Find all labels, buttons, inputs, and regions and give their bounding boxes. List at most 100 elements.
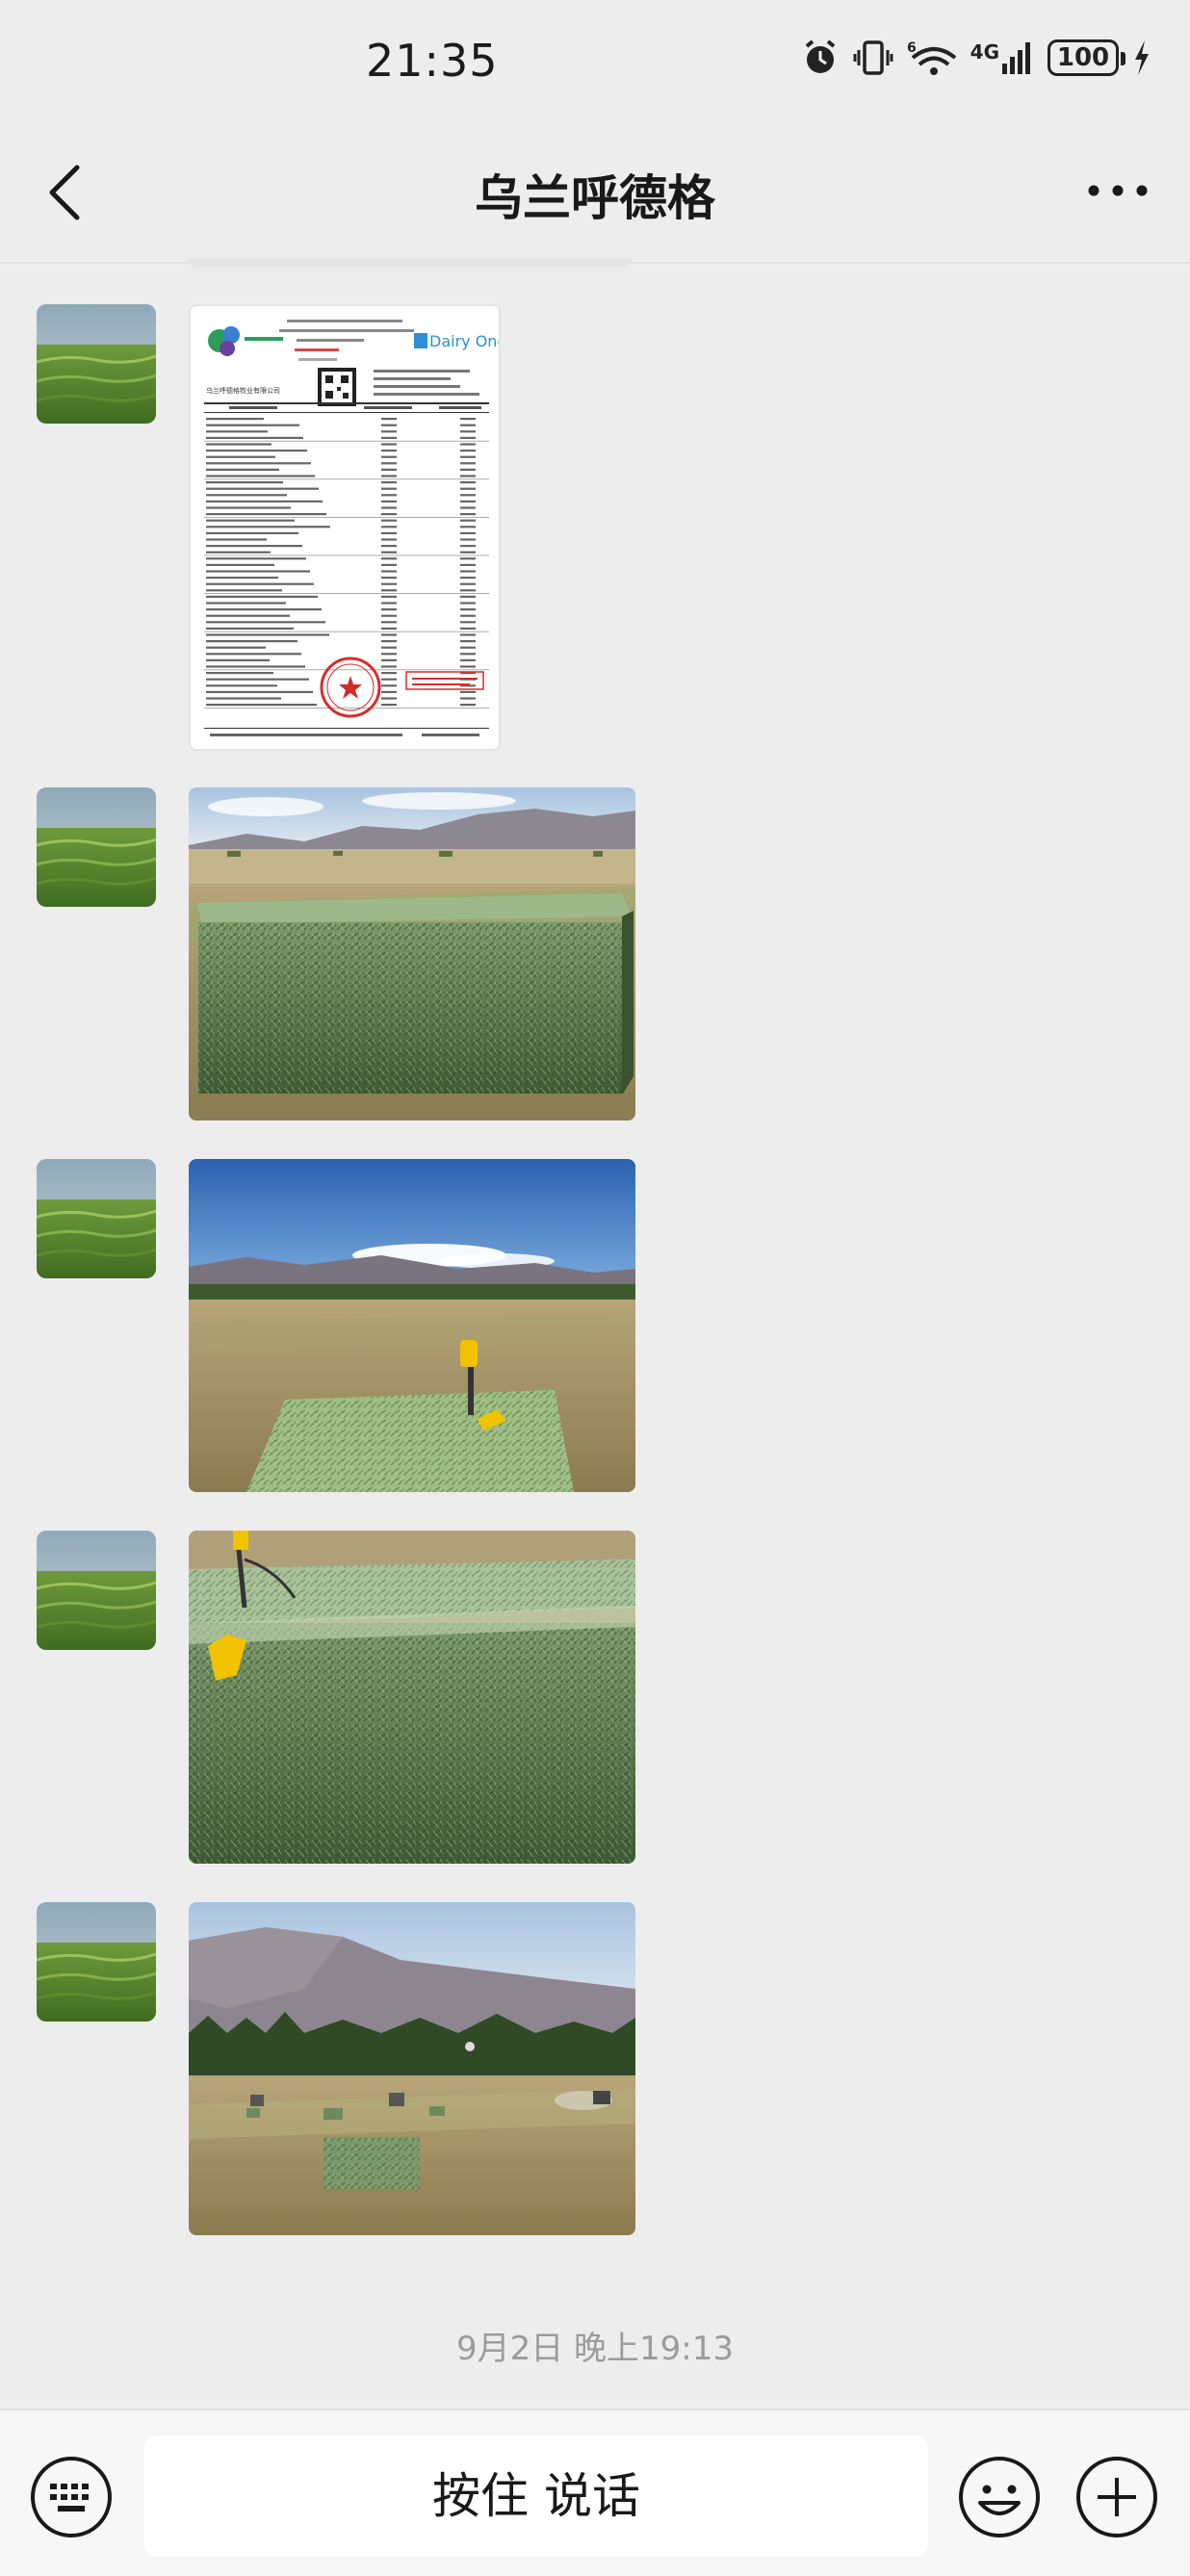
report-row-line	[206, 450, 307, 452]
report-row-value	[381, 653, 397, 656]
report-row-line	[206, 672, 273, 675]
report-row-line	[206, 519, 295, 522]
report-row-line	[206, 455, 275, 458]
report-row-value	[381, 500, 397, 502]
report-row-value	[460, 513, 476, 516]
report-row-value	[381, 589, 397, 592]
report-row-value	[381, 665, 397, 668]
hold-to-talk-button[interactable]: 按住 说话	[144, 2435, 928, 2557]
report-row-value	[460, 531, 476, 534]
report-row-line	[206, 595, 318, 598]
avatar[interactable]	[37, 304, 156, 424]
status-time: 21:35	[366, 35, 499, 87]
report-row-value	[381, 551, 397, 554]
report-row-line	[206, 506, 291, 509]
report-row-value	[381, 627, 397, 630]
avatar[interactable]	[37, 1159, 156, 1278]
report-row-value	[460, 633, 476, 636]
report-row-line	[206, 589, 282, 592]
report-row-line	[206, 690, 313, 693]
message-timestamp: 9月2日 晚上19:13	[455, 2330, 735, 2368]
report-row-value	[460, 640, 476, 643]
avatar[interactable]	[37, 1531, 156, 1650]
report-row-line	[206, 418, 264, 421]
report-row-value	[460, 563, 476, 566]
report-row-value	[460, 462, 476, 465]
report-row-value	[381, 658, 397, 661]
report-row-value	[381, 468, 397, 471]
field-probe-photo[interactable]	[189, 1159, 635, 1492]
report-row-line	[206, 658, 270, 661]
report-row-value	[460, 500, 476, 502]
report-row-line	[206, 494, 287, 497]
report-row-divider	[204, 517, 489, 518]
report-row-value	[381, 494, 397, 497]
report-row-value	[381, 595, 397, 598]
input-bar: 按住 说话	[0, 2409, 1190, 2576]
plus-button[interactable]	[1074, 2455, 1159, 2539]
report-row-line	[206, 621, 325, 624]
emoji-button[interactable]	[957, 2455, 1042, 2539]
report-image[interactable]: Dairy One 乌兰呼德格牧业有限公司	[189, 304, 501, 751]
report-row-value	[381, 487, 397, 490]
status-icons: 6 4G 100	[801, 39, 1151, 77]
report-row-divider	[204, 440, 489, 442]
report-row-value	[460, 646, 476, 649]
report-row-divider	[204, 631, 489, 632]
status-bar: 21:35 6 4G 100	[0, 0, 1190, 125]
report-row-line	[206, 462, 311, 465]
report-row-value	[460, 450, 476, 452]
harvest-field-photo[interactable]	[189, 1902, 635, 2235]
report-row-value	[381, 475, 397, 477]
report-row-value	[381, 570, 397, 573]
report-row-value	[460, 608, 476, 611]
report-row-value	[381, 531, 397, 534]
report-row-value	[381, 678, 397, 681]
report-row-value	[460, 589, 476, 592]
report-row-value	[381, 443, 397, 446]
report-row-value	[460, 653, 476, 656]
report-row-line	[206, 614, 290, 617]
report-row-value	[381, 450, 397, 452]
report-row-value	[460, 690, 476, 693]
report-row-line	[206, 704, 317, 707]
keyboard-button[interactable]	[29, 2455, 114, 2539]
more-dots-icon	[1088, 185, 1148, 196]
network-type: 4G	[970, 40, 1034, 75]
avatar[interactable]	[37, 787, 156, 907]
report-row-value	[460, 577, 476, 580]
hay-bale-photo[interactable]	[189, 787, 635, 1121]
report-row-divider	[204, 554, 489, 556]
report-row-line	[206, 500, 323, 502]
avatar[interactable]	[37, 1902, 156, 2022]
bale-closeup-photo[interactable]	[189, 1531, 635, 1864]
report-row-value	[381, 633, 397, 636]
report-row-value	[381, 582, 397, 585]
report-row-line	[206, 627, 294, 630]
report-row-value	[460, 697, 476, 700]
wifi-icon: 6	[907, 40, 956, 75]
network-label: 4G	[970, 40, 999, 64]
report-row-value	[460, 443, 476, 446]
report-row-line	[206, 646, 266, 649]
report-row-value	[381, 557, 397, 560]
report-row-value	[460, 595, 476, 598]
report-row-value	[460, 418, 476, 421]
report-row-value	[381, 519, 397, 522]
report-row-value	[381, 672, 397, 675]
previous-message-edge	[189, 258, 632, 268]
report-row-value	[381, 424, 397, 426]
chat-header: 乌兰呼德格	[0, 125, 1190, 262]
battery-icon: 100	[1048, 39, 1125, 76]
more-button[interactable]	[1084, 171, 1151, 210]
report-row-line	[206, 538, 267, 541]
report-row-value	[460, 658, 476, 661]
report-row-line	[206, 551, 271, 554]
plus-icon	[1076, 2457, 1157, 2537]
report-row-value	[460, 475, 476, 477]
report-row-value	[460, 494, 476, 497]
report-row-value	[381, 462, 397, 465]
report-row-line	[206, 653, 301, 656]
report-row-value	[460, 430, 476, 433]
report-row-value	[460, 551, 476, 554]
